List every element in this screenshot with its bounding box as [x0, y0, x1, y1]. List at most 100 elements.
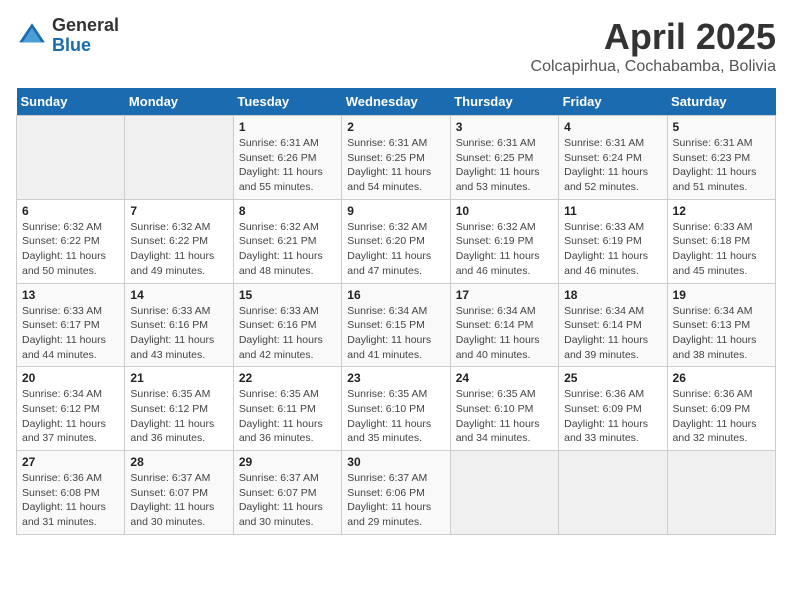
weekday-header-cell: Sunday — [17, 88, 125, 116]
day-number: 9 — [347, 204, 444, 218]
calendar-cell: 27Sunrise: 6:36 AMSunset: 6:08 PMDayligh… — [17, 451, 125, 535]
weekday-header-row: SundayMondayTuesdayWednesdayThursdayFrid… — [17, 88, 776, 116]
day-number: 7 — [130, 204, 227, 218]
day-number: 23 — [347, 371, 444, 385]
calendar-cell: 7 Sunrise: 6:32 AMSunset: 6:22 PMDaylight… — [125, 199, 233, 283]
calendar-cell: 3 Sunrise: 6:31 AMSunset: 6:25 PMDaylight… — [450, 116, 558, 200]
calendar-cell: 23 Sunrise: 6:35 AMSunset: 6:10 PMDayligh… — [342, 367, 450, 451]
day-info: Sunrise: 6:35 AMSunset: 6:10 PMDaylight:… — [456, 387, 553, 446]
day-info: Sunrise: 6:35 AMSunset: 6:10 PMDaylight:… — [347, 387, 444, 446]
day-number: 22 — [239, 371, 336, 385]
weekday-header-cell: Monday — [125, 88, 233, 116]
day-info: Sunrise: 6:35 AMSunset: 6:12 PMDaylight:… — [130, 387, 227, 446]
day-info: Sunrise: 6:34 AMSunset: 6:12 PMDaylight:… — [22, 387, 119, 446]
calendar-cell: 19Sunrise: 6:34 AMSunset: 6:13 PMDayligh… — [667, 283, 775, 367]
calendar-cell: 26 Sunrise: 6:36 AMSunset: 6:09 PMDayligh… — [667, 367, 775, 451]
day-number: 21 — [130, 371, 227, 385]
calendar-week-row: 6 Sunrise: 6:32 AMSunset: 6:22 PMDaylight… — [17, 199, 776, 283]
day-number: 11 — [564, 204, 661, 218]
day-info: Sunrise: 6:33 AMSunset: 6:18 PMDaylight:… — [673, 220, 770, 279]
calendar-cell: 9 Sunrise: 6:32 AMSunset: 6:20 PMDaylight… — [342, 199, 450, 283]
day-number: 30 — [347, 455, 444, 469]
calendar-cell: 24 Sunrise: 6:35 AMSunset: 6:10 PMDayligh… — [450, 367, 558, 451]
calendar-cell — [17, 116, 125, 200]
page-title: April 2025 — [531, 16, 776, 58]
day-info: Sunrise: 6:36 AMSunset: 6:09 PMDaylight:… — [673, 387, 770, 446]
day-number: 16 — [347, 288, 444, 302]
calendar-cell: 28 Sunrise: 6:37 AMSunset: 6:07 PMDayligh… — [125, 451, 233, 535]
weekday-header-cell: Tuesday — [233, 88, 341, 116]
calendar-cell: 8 Sunrise: 6:32 AMSunset: 6:21 PMDaylight… — [233, 199, 341, 283]
calendar-cell: 6 Sunrise: 6:32 AMSunset: 6:22 PMDaylight… — [17, 199, 125, 283]
weekday-header-cell: Wednesday — [342, 88, 450, 116]
calendar-week-row: 27Sunrise: 6:36 AMSunset: 6:08 PMDayligh… — [17, 451, 776, 535]
calendar-cell — [450, 451, 558, 535]
calendar-cell: 11Sunrise: 6:33 AMSunset: 6:19 PMDayligh… — [559, 199, 667, 283]
day-number: 26 — [673, 371, 770, 385]
title-block: April 2025 Colcapirhua, Cochabamba, Boli… — [531, 16, 776, 76]
calendar-cell: 30 Sunrise: 6:37 AMSunset: 6:06 PMDayligh… — [342, 451, 450, 535]
day-number: 28 — [130, 455, 227, 469]
weekday-header-cell: Friday — [559, 88, 667, 116]
day-number: 8 — [239, 204, 336, 218]
day-info: Sunrise: 6:32 AMSunset: 6:21 PMDaylight:… — [239, 220, 336, 279]
weekday-header-cell: Thursday — [450, 88, 558, 116]
calendar-cell: 22 Sunrise: 6:35 AMSunset: 6:11 PMDayligh… — [233, 367, 341, 451]
day-number: 25 — [564, 371, 661, 385]
day-number: 29 — [239, 455, 336, 469]
day-info: Sunrise: 6:32 AMSunset: 6:22 PMDaylight:… — [130, 220, 227, 279]
day-info: Sunrise: 6:34 AMSunset: 6:14 PMDaylight:… — [564, 304, 661, 363]
calendar-cell — [125, 116, 233, 200]
calendar-cell: 2 Sunrise: 6:31 AMSunset: 6:25 PMDaylight… — [342, 116, 450, 200]
day-number: 2 — [347, 120, 444, 134]
calendar-cell — [667, 451, 775, 535]
calendar-cell: 15Sunrise: 6:33 AMSunset: 6:16 PMDayligh… — [233, 283, 341, 367]
weekday-header-cell: Saturday — [667, 88, 775, 116]
calendar-cell: 16 Sunrise: 6:34 AMSunset: 6:15 PMDayligh… — [342, 283, 450, 367]
logo-icon — [16, 20, 48, 52]
calendar-cell: 29 Sunrise: 6:37 AMSunset: 6:07 PMDayligh… — [233, 451, 341, 535]
day-info: Sunrise: 6:31 AMSunset: 6:23 PMDaylight:… — [673, 136, 770, 195]
day-info: Sunrise: 6:34 AMSunset: 6:15 PMDaylight:… — [347, 304, 444, 363]
calendar-week-row: 1 Sunrise: 6:31 AMSunset: 6:26 PMDaylight… — [17, 116, 776, 200]
day-number: 17 — [456, 288, 553, 302]
calendar-body: 1 Sunrise: 6:31 AMSunset: 6:26 PMDaylight… — [17, 116, 776, 535]
logo-blue: Blue — [52, 36, 119, 56]
day-number: 6 — [22, 204, 119, 218]
day-info: Sunrise: 6:36 AMSunset: 6:08 PMDaylight:… — [22, 471, 119, 530]
logo-general: General — [52, 16, 119, 36]
day-info: Sunrise: 6:37 AMSunset: 6:06 PMDaylight:… — [347, 471, 444, 530]
calendar-cell: 21 Sunrise: 6:35 AMSunset: 6:12 PMDayligh… — [125, 367, 233, 451]
day-info: Sunrise: 6:33 AMSunset: 6:16 PMDaylight:… — [130, 304, 227, 363]
day-info: Sunrise: 6:37 AMSunset: 6:07 PMDaylight:… — [130, 471, 227, 530]
day-info: Sunrise: 6:32 AMSunset: 6:22 PMDaylight:… — [22, 220, 119, 279]
calendar-cell: 5 Sunrise: 6:31 AMSunset: 6:23 PMDaylight… — [667, 116, 775, 200]
day-info: Sunrise: 6:31 AMSunset: 6:26 PMDaylight:… — [239, 136, 336, 195]
calendar-cell: 14 Sunrise: 6:33 AMSunset: 6:16 PMDayligh… — [125, 283, 233, 367]
day-number: 12 — [673, 204, 770, 218]
day-number: 18 — [564, 288, 661, 302]
day-info: Sunrise: 6:31 AMSunset: 6:25 PMDaylight:… — [456, 136, 553, 195]
calendar-cell: 12 Sunrise: 6:33 AMSunset: 6:18 PMDayligh… — [667, 199, 775, 283]
calendar-cell: 4Sunrise: 6:31 AMSunset: 6:24 PMDaylight… — [559, 116, 667, 200]
page-location: Colcapirhua, Cochabamba, Bolivia — [531, 58, 776, 76]
calendar-cell: 20Sunrise: 6:34 AMSunset: 6:12 PMDayligh… — [17, 367, 125, 451]
day-info: Sunrise: 6:35 AMSunset: 6:11 PMDaylight:… — [239, 387, 336, 446]
calendar-cell — [559, 451, 667, 535]
day-info: Sunrise: 6:33 AMSunset: 6:16 PMDaylight:… — [239, 304, 336, 363]
calendar-cell: 10 Sunrise: 6:32 AMSunset: 6:19 PMDayligh… — [450, 199, 558, 283]
day-info: Sunrise: 6:36 AMSunset: 6:09 PMDaylight:… — [564, 387, 661, 446]
day-number: 24 — [456, 371, 553, 385]
day-number: 14 — [130, 288, 227, 302]
day-number: 4 — [564, 120, 661, 134]
calendar-table: SundayMondayTuesdayWednesdayThursdayFrid… — [16, 88, 776, 535]
day-number: 1 — [239, 120, 336, 134]
day-number: 5 — [673, 120, 770, 134]
day-info: Sunrise: 6:31 AMSunset: 6:25 PMDaylight:… — [347, 136, 444, 195]
day-info: Sunrise: 6:37 AMSunset: 6:07 PMDaylight:… — [239, 471, 336, 530]
day-info: Sunrise: 6:32 AMSunset: 6:19 PMDaylight:… — [456, 220, 553, 279]
day-info: Sunrise: 6:32 AMSunset: 6:20 PMDaylight:… — [347, 220, 444, 279]
day-number: 3 — [456, 120, 553, 134]
day-info: Sunrise: 6:33 AMSunset: 6:17 PMDaylight:… — [22, 304, 119, 363]
day-number: 10 — [456, 204, 553, 218]
